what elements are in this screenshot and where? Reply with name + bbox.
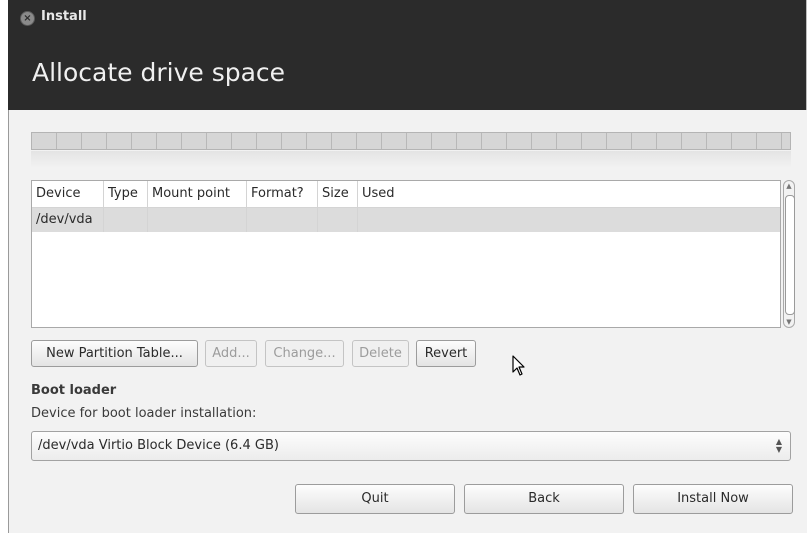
column-header-type[interactable]: Type xyxy=(104,181,148,207)
window-title: Install xyxy=(41,9,87,24)
table-scrollbar[interactable]: ▲ ▼ xyxy=(783,180,795,328)
boot-loader-heading: Boot loader xyxy=(31,383,117,398)
column-header-mount-point[interactable]: Mount point xyxy=(148,181,247,207)
select-updown-icon: ▲ ▼ xyxy=(775,437,782,454)
scroll-up-icon[interactable]: ▲ xyxy=(784,182,794,190)
boot-loader-device-label: Device for boot loader installation: xyxy=(31,406,257,421)
partition-bar-fill xyxy=(31,132,791,150)
row-device: /dev/vda xyxy=(32,208,104,232)
mouse-cursor-icon xyxy=(512,355,525,376)
quit-button[interactable]: Quit xyxy=(295,484,455,514)
change-partition-button[interactable]: Change... xyxy=(265,340,344,367)
row-size xyxy=(318,208,358,232)
column-header-size[interactable]: Size xyxy=(318,181,358,207)
partition-bar-reflection xyxy=(31,151,791,168)
column-header-format[interactable]: Format? xyxy=(247,181,318,207)
new-partition-table-button[interactable]: New Partition Table... xyxy=(31,340,198,367)
column-header-used[interactable]: Used xyxy=(358,181,418,207)
row-type xyxy=(104,208,148,232)
close-icon[interactable]: × xyxy=(20,11,35,26)
row-format xyxy=(247,208,318,232)
title-bar: × Install Allocate drive space xyxy=(8,0,806,110)
page-title: Allocate drive space xyxy=(32,58,286,87)
delete-partition-button[interactable]: Delete xyxy=(352,340,409,367)
column-header-device[interactable]: Device xyxy=(32,181,104,207)
scroll-thumb[interactable] xyxy=(785,195,795,315)
boot-loader-device-select[interactable]: /dev/vda Virtio Block Device (6.4 GB) ▲ ▼ xyxy=(31,431,791,461)
scroll-down-icon[interactable]: ▼ xyxy=(784,318,794,326)
partition-table: Device Type Mount point Format? Size Use… xyxy=(31,180,781,328)
table-row[interactable]: /dev/vda xyxy=(32,208,780,232)
back-button[interactable]: Back xyxy=(464,484,624,514)
revert-button[interactable]: Revert xyxy=(416,340,476,367)
installer-window: × Install Allocate drive space Device Ty… xyxy=(8,0,807,533)
table-header: Device Type Mount point Format? Size Use… xyxy=(32,181,780,208)
add-partition-button[interactable]: Add... xyxy=(205,340,257,367)
partition-bar xyxy=(31,132,791,168)
boot-loader-device-value: /dev/vda Virtio Block Device (6.4 GB) xyxy=(38,438,279,453)
row-used xyxy=(358,208,418,232)
row-mount-point xyxy=(148,208,247,232)
install-now-button[interactable]: Install Now xyxy=(633,484,793,514)
content-area: Device Type Mount point Format? Size Use… xyxy=(8,110,807,533)
